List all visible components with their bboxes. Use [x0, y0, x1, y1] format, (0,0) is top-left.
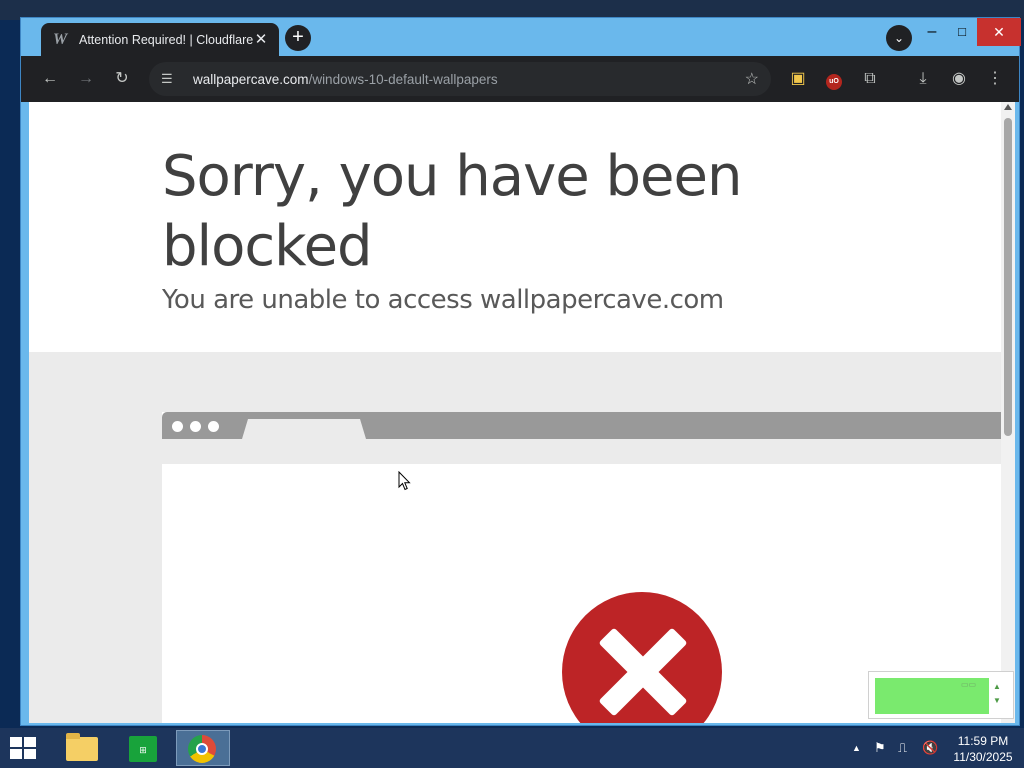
tab-active[interactable]: W Attention Required! | Cloudflare ✕	[41, 23, 279, 56]
mouse-cursor-icon	[398, 471, 411, 491]
illustration-dot	[190, 421, 201, 432]
extension-puzzle-color-icon[interactable]: ▣	[786, 67, 810, 91]
reload-icon[interactable]: ↻	[110, 67, 134, 91]
illustration-tab	[242, 419, 366, 439]
site-favicon-icon: W	[53, 30, 68, 48]
menu-kebab-icon[interactable]: ⋮	[983, 67, 1007, 91]
file-explorer-icon[interactable]	[56, 730, 110, 766]
tab-title: Attention Required! | Cloudflare	[79, 32, 253, 47]
network-meter-icon: ▭▭	[961, 680, 977, 689]
windows-start-icon[interactable]	[10, 737, 38, 761]
clock-time: 11:59 PM	[957, 734, 1009, 748]
volume-muted-icon[interactable]: 🔇	[922, 740, 938, 756]
page-viewport: Sorry, you have been blocked You are una…	[29, 102, 1001, 723]
block-header: Sorry, you have been blocked You are una…	[29, 102, 1001, 352]
illustration-titlebar	[162, 412, 1001, 439]
extensions-puzzle-icon[interactable]: ⧉	[858, 67, 882, 91]
scrollbar-thumb[interactable]	[1004, 118, 1012, 436]
close-window-button[interactable]: ✕	[977, 18, 1021, 46]
tab-close-icon[interactable]: ✕	[253, 31, 269, 48]
maximize-button[interactable]: □	[947, 18, 977, 46]
tray-expand-icon[interactable]: ▲	[852, 743, 861, 753]
bookmark-star-icon[interactable]: ☆	[745, 69, 759, 89]
system-clock[interactable]: 11:59 PM 11/30/2025	[948, 733, 1018, 765]
network-arrows-icon: ▲ ▼	[993, 682, 1001, 705]
forward-arrow-icon[interactable]: →	[74, 67, 98, 91]
illustration-toolbar	[162, 439, 1001, 464]
page-title: Sorry, you have been blocked	[162, 144, 742, 279]
minimize-button[interactable]: –	[917, 18, 947, 46]
tab-search-chevron-icon[interactable]: ⌄	[886, 25, 912, 51]
page-subtitle: You are unable to access wallpapercave.c…	[162, 285, 724, 315]
browser-window: W Attention Required! | Cloudflare ✕ + ⌄…	[20, 17, 1021, 726]
chrome-taskbar-icon[interactable]	[176, 730, 230, 766]
back-arrow-icon[interactable]: ←	[38, 67, 62, 91]
error-x-icon	[562, 592, 722, 723]
illustration-dot	[208, 421, 219, 432]
scroll-up-arrow-icon[interactable]	[1004, 104, 1012, 110]
network-icon[interactable]: ⎍	[898, 740, 907, 756]
download-icon[interactable]: ⤓	[911, 67, 935, 91]
network-meter-widget[interactable]: ▭▭ ▲ ▼	[868, 671, 1014, 719]
new-tab-button[interactable]: +	[285, 25, 311, 51]
page-scrollbar[interactable]	[1001, 102, 1015, 723]
ublock-origin-icon[interactable]: uO	[822, 67, 846, 91]
illustration-dot	[172, 421, 183, 432]
site-info-icon[interactable]: ☰	[161, 71, 179, 87]
url-text[interactable]: wallpapercave.com/windows-10-default-wal…	[193, 72, 745, 87]
store-icon[interactable]: ⊞	[116, 730, 170, 766]
browser-toolbar: ← → ↻ ☰ wallpapercave.com/windows-10-def…	[21, 56, 1019, 102]
taskbar: ⊞ ▲ ⚑ ⎍ 🔇 11:59 PM 11/30/2025	[0, 728, 1024, 768]
clock-date: 11/30/2025	[953, 750, 1013, 764]
action-center-flag-icon[interactable]: ⚑	[874, 740, 886, 756]
profile-avatar-icon[interactable]: ◉	[947, 67, 971, 91]
address-bar[interactable]: ☰ wallpapercave.com/windows-10-default-w…	[149, 62, 771, 96]
tab-strip: W Attention Required! | Cloudflare ✕ + ⌄…	[21, 18, 1021, 56]
